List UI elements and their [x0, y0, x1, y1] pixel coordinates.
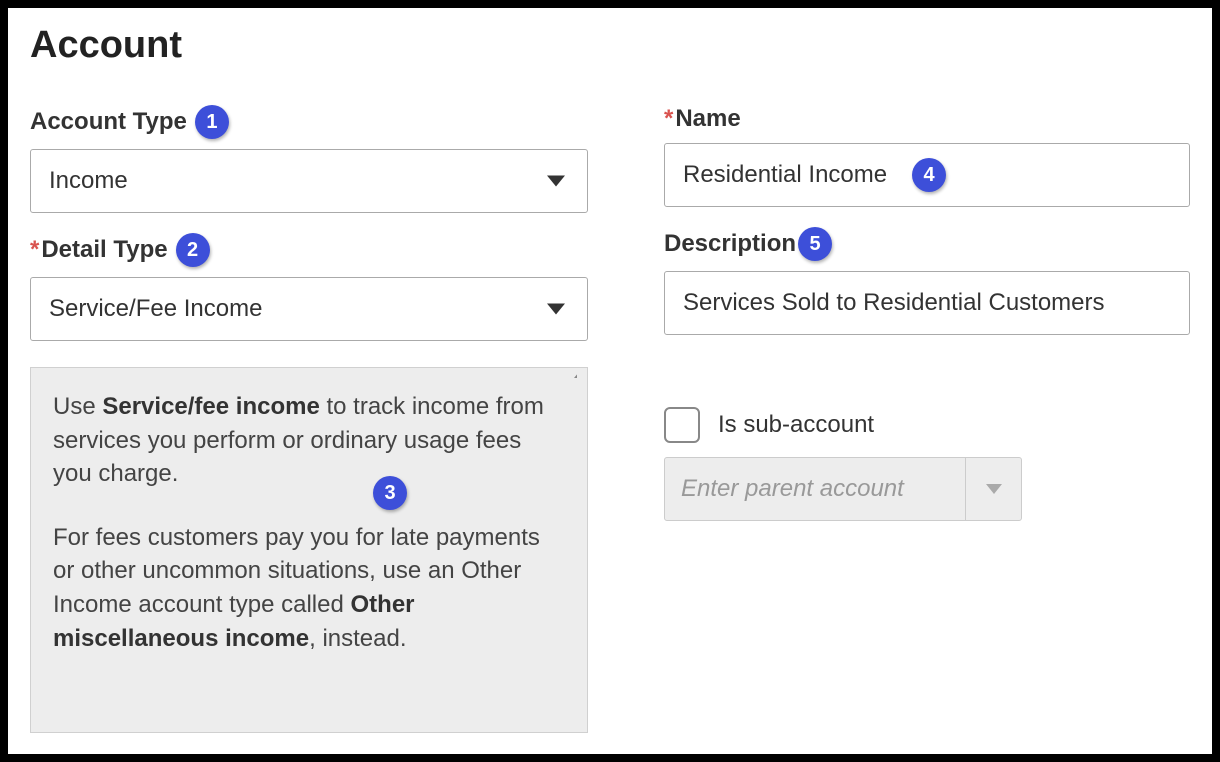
name-label: *Name: [664, 105, 741, 133]
annotation-badge-3: 3: [373, 476, 407, 510]
name-input-wrap: 4: [664, 143, 1190, 207]
description-input[interactable]: [664, 271, 1190, 335]
detail-type-label: *Detail Type: [30, 236, 168, 264]
detail-type-field: *Detail Type 2 Service/Fee Income: [30, 233, 588, 341]
is-sub-account-checkbox[interactable]: [664, 407, 700, 443]
annotation-badge-1: 1: [195, 105, 229, 139]
name-field: *Name 4: [664, 105, 1190, 207]
help-paragraph-2: For fees customers pay you for late paym…: [53, 521, 565, 655]
parent-account-select[interactable]: Enter parent account: [664, 457, 1022, 521]
detail-type-value: Service/Fee Income: [49, 295, 262, 323]
annotation-badge-2: 2: [176, 233, 210, 267]
left-column: Account Type 1 Income *Detail Type 2 Ser…: [30, 105, 588, 733]
account-type-select[interactable]: Income: [30, 149, 588, 213]
annotation-badge-4: 4: [912, 158, 946, 192]
sub-account-row: Is sub-account: [664, 407, 1190, 443]
is-sub-account-label: Is sub-account: [718, 411, 874, 439]
name-label-row: *Name: [664, 105, 1190, 133]
page-title: Account: [30, 24, 1190, 67]
scroll-up-icon[interactable]: [574, 372, 584, 378]
account-type-value: Income: [49, 167, 128, 195]
required-asterisk: *: [30, 236, 39, 263]
account-form-panel: Account Account Type 1 Income *Detail Ty…: [8, 8, 1212, 754]
description-label: Description: [664, 230, 796, 258]
detail-type-help-box: Use Service/fee income to track income f…: [30, 367, 588, 733]
chevron-down-icon: [547, 304, 565, 315]
parent-account-dropdown-button[interactable]: [965, 458, 1021, 520]
help-paragraph-1: Use Service/fee income to track income f…: [53, 390, 565, 491]
description-field: Description 5: [664, 227, 1190, 335]
parent-account-placeholder: Enter parent account: [665, 458, 965, 520]
annotation-badge-5: 5: [798, 227, 832, 261]
chevron-down-icon: [986, 484, 1002, 494]
description-label-row: Description 5: [664, 227, 1190, 261]
chevron-down-icon: [547, 176, 565, 187]
required-asterisk: *: [664, 105, 673, 132]
account-type-label: Account Type: [30, 108, 187, 136]
right-column: *Name 4 Description 5 Is sub-account: [664, 105, 1190, 733]
form-grid: Account Type 1 Income *Detail Type 2 Ser…: [30, 105, 1190, 733]
detail-type-select[interactable]: Service/Fee Income: [30, 277, 588, 341]
detail-type-label-row: *Detail Type 2: [30, 233, 588, 267]
account-type-field: Account Type 1 Income: [30, 105, 588, 213]
account-type-label-row: Account Type 1: [30, 105, 588, 139]
